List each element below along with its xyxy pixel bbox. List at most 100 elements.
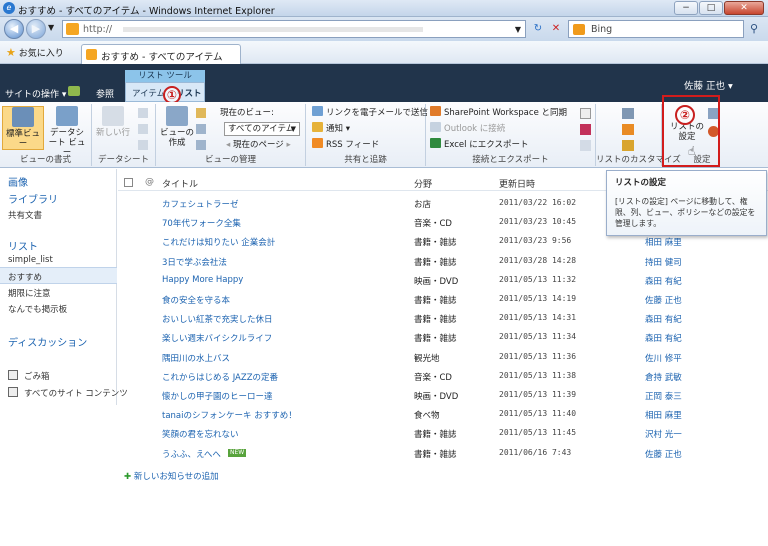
plus-icon: ✚ xyxy=(124,472,132,482)
standard-view-button[interactable]: 標準ビュー xyxy=(2,106,44,150)
create-column-icon[interactable] xyxy=(196,124,206,134)
row-title[interactable]: これだけは知りたい 企業会計 xyxy=(162,236,275,248)
row-title[interactable]: これからはじめる JAZZの定番 xyxy=(162,371,278,383)
new-row-button[interactable]: 新しい行 xyxy=(92,106,134,150)
close-button[interactable]: ✕ xyxy=(724,1,764,15)
row-title[interactable]: 隅田川の水上バス xyxy=(162,352,230,364)
nav-libraries[interactable]: ライブラリ xyxy=(8,191,58,206)
favorites-label: お気に入り xyxy=(18,49,64,59)
navigate-up-view-icon[interactable] xyxy=(196,140,206,150)
email-icon xyxy=(312,106,323,116)
show-taskpane-icon[interactable] xyxy=(138,108,148,118)
attachment-icon: @ xyxy=(145,177,154,187)
col-modified[interactable]: 更新日時 xyxy=(499,177,535,190)
row-person[interactable]: 正岡 泰三 xyxy=(645,390,682,402)
alert-me-button[interactable]: 通知 ▾ xyxy=(312,122,350,137)
row-person[interactable]: 森田 有紀 xyxy=(645,313,682,325)
totals-icon[interactable] xyxy=(138,124,148,134)
forward-button[interactable]: ▶ xyxy=(26,19,46,39)
step-marker-2: ② xyxy=(675,105,695,125)
edit-list-icon[interactable] xyxy=(622,124,634,135)
search-icon[interactable]: ⚲ xyxy=(750,22,758,35)
row-person[interactable]: 沢村 光一 xyxy=(645,428,682,440)
row-person[interactable]: 持田 健司 xyxy=(645,256,682,268)
nav-osusume[interactable]: おすすめ xyxy=(8,271,42,283)
create-view-button[interactable]: ビューの 作成 xyxy=(156,106,198,150)
outlook-icon xyxy=(430,122,441,132)
col-title[interactable]: タイトル xyxy=(162,177,198,190)
row-person[interactable]: 森田 有紀 xyxy=(645,332,682,344)
browser-tab[interactable]: おすすめ - すべてのアイテム xyxy=(81,44,241,64)
project-icon[interactable] xyxy=(580,140,591,151)
row-person[interactable]: 佐川 修平 xyxy=(645,352,682,364)
tab-favicon xyxy=(86,49,97,60)
search-box[interactable]: Bing xyxy=(568,20,744,38)
tab-items[interactable]: アイテム xyxy=(132,87,165,99)
new-row-icon xyxy=(102,106,124,126)
address-dropdown-icon[interactable]: ▼ xyxy=(515,25,521,34)
group-connect-export: SharePoint Workspace と同期 Outlook に接続 Exc… xyxy=(426,104,596,166)
row-person[interactable]: 佐藤 正也 xyxy=(645,448,682,460)
current-page-pager[interactable]: ◂ 現在のページ ▸ xyxy=(226,138,291,153)
row-title[interactable]: 70年代フォーク全集 xyxy=(162,217,241,229)
favorites-bar: ★ お気に入り おすすめ - すべてのアイテム xyxy=(0,41,768,64)
refresh-icon[interactable]: ↻ xyxy=(530,20,546,38)
minimize-button[interactable]: − xyxy=(674,1,698,15)
current-view-select[interactable]: すべてのアイテム ▼ xyxy=(224,122,300,136)
favorites-button[interactable]: ★ お気に入り xyxy=(6,46,64,59)
row-person[interactable]: 倉持 武敏 xyxy=(645,371,682,383)
bing-icon xyxy=(573,24,585,35)
history-dropdown-icon[interactable]: ▼ xyxy=(48,23,54,32)
navigate-up-icon[interactable] xyxy=(68,86,80,96)
rss-feed-button[interactable]: RSS フィード xyxy=(312,138,379,153)
sync-workspace-button[interactable]: SharePoint Workspace と同期 xyxy=(430,106,567,121)
row-title[interactable]: カフェシュトラーゼ xyxy=(162,198,239,210)
row-person[interactable]: 相田 麻里 xyxy=(645,236,682,248)
nav-simple-list[interactable]: simple_list xyxy=(8,255,53,265)
row-person[interactable]: 佐藤 正也 xyxy=(645,294,682,306)
col-category[interactable]: 分野 xyxy=(414,177,432,190)
access-icon[interactable] xyxy=(580,124,591,135)
user-menu[interactable]: 佐藤 正也 ▾ xyxy=(684,78,733,92)
nav-lists[interactable]: リスト xyxy=(8,238,38,253)
form-web-parts-icon[interactable] xyxy=(622,108,634,119)
new-quick-step-icon[interactable] xyxy=(622,140,634,151)
row-title[interactable]: おいしい紅茶で充実した休日 xyxy=(162,313,273,325)
nav-discussion[interactable]: ディスカッション xyxy=(8,334,87,349)
site-actions-menu[interactable]: サイトの操作 ▾ xyxy=(5,87,66,100)
row-title[interactable]: うふふ、えへへ xyxy=(162,448,221,460)
back-button[interactable]: ◀ xyxy=(4,19,24,39)
modify-view-icon[interactable] xyxy=(196,108,206,118)
refresh-data-icon[interactable] xyxy=(138,140,148,150)
row-title[interactable]: 食の安全を守る本 xyxy=(162,294,230,306)
nav-pictures[interactable]: 画像 xyxy=(8,174,28,189)
stop-icon[interactable]: ✕ xyxy=(548,20,564,38)
row-title[interactable]: 笑顔の君を忘れない xyxy=(162,428,239,440)
search-input[interactable]: Bing xyxy=(591,24,612,35)
row-title[interactable]: 3日で学ぶ会社法 xyxy=(162,256,227,268)
nav-keijiban[interactable]: なんでも掲示板 xyxy=(8,303,67,315)
row-title[interactable]: tanaiのシフォンケーキ おすすめ！ xyxy=(162,409,297,421)
select-all-checkbox[interactable] xyxy=(124,178,133,187)
nav-kijitsu[interactable]: 期限に注意 xyxy=(8,287,51,299)
datasheet-view-button[interactable]: データシート ビュー xyxy=(46,106,88,158)
row-category: 観光地 xyxy=(414,354,440,364)
row-person[interactable]: 相田 麻里 xyxy=(645,409,682,421)
nav-recycle-bin[interactable]: ごみ箱 xyxy=(24,370,50,382)
add-new-item-link[interactable]: ✚ 新しいお知らせの追加 xyxy=(124,470,219,482)
nav-all-site-content[interactable]: すべてのサイト コンテンツ xyxy=(24,387,128,399)
row-title[interactable]: 懐かしの甲子園のヒーロー達 xyxy=(162,390,273,402)
visio-icon[interactable] xyxy=(580,108,591,119)
tab-browse[interactable]: 参照 xyxy=(96,87,114,100)
nav-shared-docs[interactable]: 共有文書 xyxy=(8,209,42,221)
email-link-button[interactable]: リンクを電子メールで送信 xyxy=(312,106,428,121)
row-title[interactable]: 楽しい週末バイシクルライフ xyxy=(162,332,272,344)
address-bar[interactable]: http:// ▼ xyxy=(62,20,526,38)
row-modified: 2011/05/13 11:32 xyxy=(499,275,577,284)
maximize-button[interactable]: □ xyxy=(699,1,723,15)
connect-outlook-button[interactable]: Outlook に接続 xyxy=(430,122,505,137)
row-title[interactable]: Happy More Happy xyxy=(162,275,243,285)
row-person[interactable]: 森田 有紀 xyxy=(645,275,682,287)
export-excel-button[interactable]: Excel にエクスポート xyxy=(430,138,528,153)
group-view-format: 標準ビュー データシート ビュー ビューの書式 xyxy=(0,104,92,166)
